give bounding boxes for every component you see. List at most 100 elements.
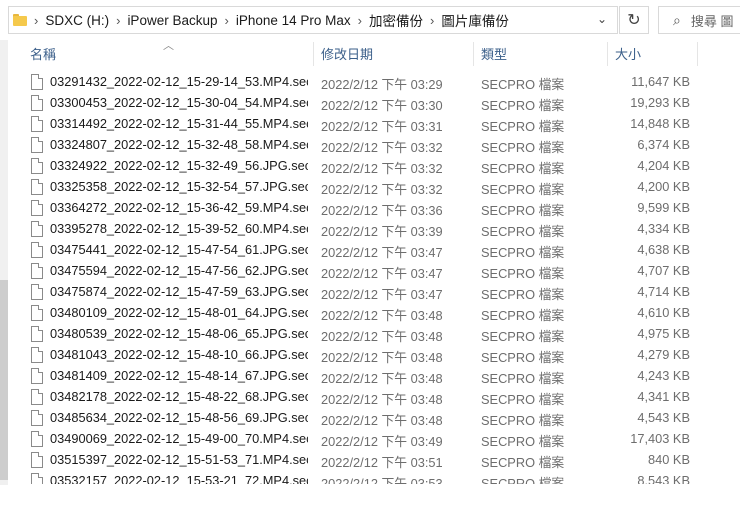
file-row[interactable]: 03485634_2022-02-12_15-48-56_69.JPG.secp…: [0, 408, 740, 429]
file-type: SECPRO 檔案: [481, 161, 565, 176]
file-date: 2022/2/12 下午 03:31: [321, 119, 443, 134]
chevron-right-icon[interactable]: ›: [116, 13, 120, 28]
file-name: 03300453_2022-02-12_15-30-04_54.MP4.sec.…: [50, 95, 308, 110]
file-icon: [31, 242, 43, 258]
column-divider[interactable]: [473, 42, 474, 66]
file-row[interactable]: 03480109_2022-02-12_15-48-01_64.JPG.secp…: [0, 303, 740, 324]
file-size: 14,848 KB: [630, 116, 690, 131]
file-type: SECPRO 檔案: [481, 287, 565, 302]
search-input[interactable]: ⌕ 搜尋 圖: [658, 6, 740, 34]
file-size: 4,204 KB: [637, 158, 690, 173]
file-name: 03324922_2022-02-12_15-32-49_56.JPG.secp…: [50, 158, 308, 173]
file-date: 2022/2/12 下午 03:48: [321, 392, 443, 407]
file-icon: [31, 95, 43, 111]
file-type: SECPRO 檔案: [481, 245, 565, 260]
file-row[interactable]: 03475594_2022-02-12_15-47-56_62.JPG.secp…: [0, 261, 740, 282]
breadcrumb-ipower-backup[interactable]: iPower Backup: [127, 13, 217, 28]
file-date: 2022/2/12 下午 03:48: [321, 350, 443, 365]
breadcrumb-device[interactable]: iPhone 14 Pro Max: [236, 13, 351, 28]
file-name: 03532157_2022-02-12_15-53-21_72.MP4.sec.…: [50, 473, 308, 484]
file-row[interactable]: 03324807_2022-02-12_15-32-48_58.MP4.sec.…: [0, 135, 740, 156]
column-header-name[interactable]: 名稱: [30, 40, 310, 67]
file-type: SECPRO 檔案: [481, 77, 565, 92]
file-date: 2022/2/12 下午 03:53: [321, 476, 443, 484]
breadcrumb-encrypted-backup[interactable]: 加密備份: [369, 10, 423, 30]
chevron-right-icon[interactable]: ›: [430, 13, 434, 28]
file-icon: [31, 74, 43, 90]
file-name: 03395278_2022-02-12_15-39-52_60.MP4.sec.…: [50, 221, 308, 236]
column-divider[interactable]: [697, 42, 698, 66]
search-icon: ⌕: [673, 11, 681, 28]
file-row[interactable]: 03532157_2022-02-12_15-53-21_72.MP4.sec.…: [0, 471, 740, 484]
file-name: 03482178_2022-02-12_15-48-22_68.JPG.secp…: [50, 389, 308, 404]
file-row[interactable]: 03325358_2022-02-12_15-32-54_57.JPG.secp…: [0, 177, 740, 198]
file-name: 03325358_2022-02-12_15-32-54_57.JPG.secp…: [50, 179, 308, 194]
file-row[interactable]: 03481409_2022-02-12_15-48-14_67.JPG.secp…: [0, 366, 740, 387]
file-icon: [31, 305, 43, 321]
file-row[interactable]: 03291432_2022-02-12_15-29-14_53.MP4.sec.…: [0, 72, 740, 93]
file-name: 03291432_2022-02-12_15-29-14_53.MP4.sec.…: [50, 74, 308, 89]
refresh-button[interactable]: ↻: [619, 6, 649, 34]
file-size: 8,543 KB: [637, 473, 690, 484]
file-type: SECPRO 檔案: [481, 350, 565, 365]
file-size: 4,279 KB: [637, 347, 690, 362]
file-type: SECPRO 檔案: [481, 266, 565, 281]
file-row[interactable]: 03490069_2022-02-12_15-49-00_70.MP4.sec.…: [0, 429, 740, 450]
file-row[interactable]: 03515397_2022-02-12_15-51-53_71.MP4.sec.…: [0, 450, 740, 471]
file-row[interactable]: 03475441_2022-02-12_15-47-54_61.JPG.secp…: [0, 240, 740, 261]
column-divider[interactable]: [607, 42, 608, 66]
file-type: SECPRO 檔案: [481, 140, 565, 155]
file-row[interactable]: 03300453_2022-02-12_15-30-04_54.MP4.sec.…: [0, 93, 740, 114]
file-type: SECPRO 檔案: [481, 308, 565, 323]
breadcrumb-photo-library-backup[interactable]: 圖片庫備份: [441, 10, 509, 30]
file-type: SECPRO 檔案: [481, 224, 565, 239]
file-size: 19,293 KB: [630, 95, 690, 110]
file-icon: [31, 368, 43, 384]
file-date: 2022/2/12 下午 03:39: [321, 224, 443, 239]
file-date: 2022/2/12 下午 03:32: [321, 140, 443, 155]
file-row[interactable]: 03364272_2022-02-12_15-36-42_59.MP4.sec.…: [0, 198, 740, 219]
column-divider[interactable]: [313, 42, 314, 66]
file-name: 03481409_2022-02-12_15-48-14_67.JPG.secp…: [50, 368, 308, 383]
file-row[interactable]: 03480539_2022-02-12_15-48-06_65.JPG.secp…: [0, 324, 740, 345]
file-name: 03485634_2022-02-12_15-48-56_69.JPG.secp…: [50, 410, 308, 425]
breadcrumb-drive[interactable]: SDXC (H:): [45, 13, 109, 28]
column-header-date-label: 修改日期: [321, 47, 374, 62]
column-header-type[interactable]: 類型: [481, 40, 601, 67]
chevron-down-icon[interactable]: ⌄: [597, 12, 607, 26]
file-row[interactable]: 03475874_2022-02-12_15-47-59_63.JPG.secp…: [0, 282, 740, 303]
file-row[interactable]: 03395278_2022-02-12_15-39-52_60.MP4.sec.…: [0, 219, 740, 240]
file-date: 2022/2/12 下午 03:47: [321, 266, 443, 281]
file-size: 4,341 KB: [637, 389, 690, 404]
file-icon: [31, 200, 43, 216]
file-type: SECPRO 檔案: [481, 98, 565, 113]
address-toolbar: › SDXC (H:) › iPower Backup › iPhone 14 …: [0, 0, 740, 40]
file-icon: [31, 389, 43, 405]
file-name: 03480109_2022-02-12_15-48-01_64.JPG.secp…: [50, 305, 308, 320]
file-size: 840 KB: [648, 452, 690, 467]
column-header-size[interactable]: 大小: [615, 40, 695, 67]
file-date: 2022/2/12 下午 03:47: [321, 287, 443, 302]
chevron-right-icon[interactable]: ›: [34, 13, 38, 28]
file-row[interactable]: 03482178_2022-02-12_15-48-22_68.JPG.secp…: [0, 387, 740, 408]
file-size: 6,374 KB: [637, 137, 690, 152]
file-row[interactable]: 03314492_2022-02-12_15-31-44_55.MP4.sec.…: [0, 114, 740, 135]
file-date: 2022/2/12 下午 03:32: [321, 182, 443, 197]
file-row[interactable]: 03324922_2022-02-12_15-32-49_56.JPG.secp…: [0, 156, 740, 177]
file-icon: [31, 284, 43, 300]
file-date: 2022/2/12 下午 03:49: [321, 434, 443, 449]
address-bar[interactable]: › SDXC (H:) › iPower Backup › iPhone 14 …: [8, 6, 618, 34]
file-type: SECPRO 檔案: [481, 476, 565, 484]
file-name: 03490069_2022-02-12_15-49-00_70.MP4.sec.…: [50, 431, 308, 446]
column-header-date[interactable]: 修改日期: [321, 40, 471, 67]
chevron-right-icon[interactable]: ›: [224, 13, 228, 28]
file-list: 03291432_2022-02-12_15-29-14_53.MP4.sec.…: [0, 72, 740, 484]
file-size: 4,200 KB: [637, 179, 690, 194]
file-type: SECPRO 檔案: [481, 434, 565, 449]
file-icon: [31, 452, 43, 468]
file-size: 4,638 KB: [637, 242, 690, 257]
file-date: 2022/2/12 下午 03:32: [321, 161, 443, 176]
file-type: SECPRO 檔案: [481, 455, 565, 470]
chevron-right-icon[interactable]: ›: [358, 13, 362, 28]
file-row[interactable]: 03481043_2022-02-12_15-48-10_66.JPG.secp…: [0, 345, 740, 366]
